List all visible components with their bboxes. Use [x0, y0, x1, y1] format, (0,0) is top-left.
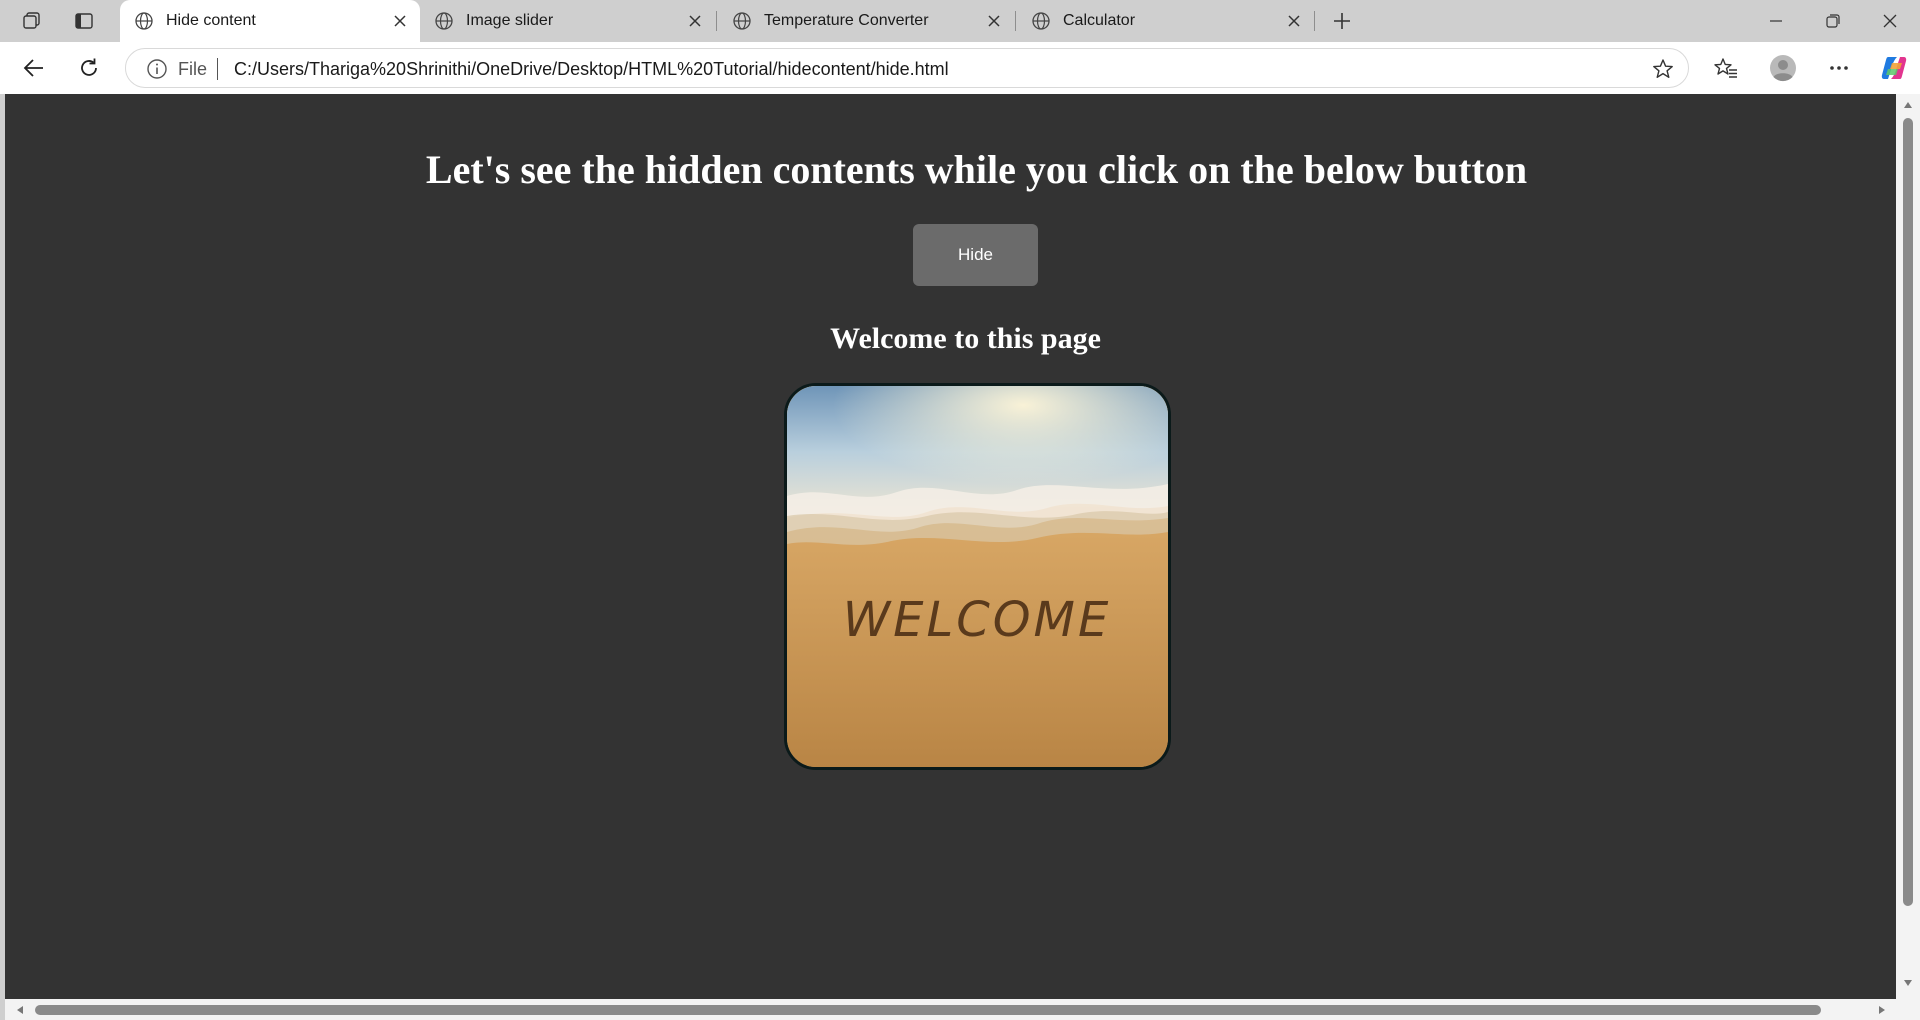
info-icon[interactable] — [146, 58, 168, 80]
tab-image-slider[interactable]: Image slider — [420, 0, 715, 42]
welcome-heading: Welcome to this page — [830, 322, 1101, 355]
restore-icon[interactable] — [1805, 0, 1861, 42]
globe-icon — [1032, 12, 1050, 30]
minimize-icon[interactable] — [1748, 0, 1804, 42]
copilot-icon[interactable] — [1874, 50, 1914, 86]
tab-separator — [716, 11, 717, 31]
profile-icon[interactable] — [1763, 50, 1803, 86]
close-icon[interactable] — [685, 11, 705, 31]
scroll-up-icon[interactable] — [1901, 98, 1915, 112]
scroll-down-icon[interactable] — [1901, 976, 1915, 990]
close-icon[interactable] — [1284, 11, 1304, 31]
plus-icon[interactable] — [1322, 6, 1362, 36]
tab-temperature-converter[interactable]: Temperature Converter — [718, 0, 1014, 42]
star-icon[interactable] — [1650, 56, 1676, 82]
horizontal-scrollbar[interactable] — [5, 999, 1896, 1020]
tab-hide-content[interactable]: Hide content — [120, 0, 420, 42]
tab-actions-icon[interactable] — [64, 6, 104, 36]
tab-label: Temperature Converter — [764, 12, 929, 29]
page-heading: Let's see the hidden contents while you … — [425, 147, 1528, 192]
tab-bar: Hide content Image slider Temperature Co… — [0, 0, 1920, 42]
address-bar[interactable]: File C:/Users/Thariga%20Shrinithi/OneDri… — [125, 48, 1689, 88]
globe-icon — [135, 12, 153, 30]
favorites-icon[interactable] — [1706, 50, 1746, 86]
globe-icon — [733, 12, 751, 30]
hide-button[interactable]: Hide — [913, 224, 1038, 286]
page-viewport: Let's see the hidden contents while you … — [5, 94, 1896, 999]
navigation-bar: File C:/Users/Thariga%20Shrinithi/OneDri… — [0, 42, 1920, 94]
scroll-right-icon[interactable] — [1875, 1003, 1889, 1017]
refresh-icon[interactable] — [69, 50, 109, 86]
close-window-icon[interactable] — [1862, 0, 1918, 42]
sand-writing: WELCOME — [843, 592, 1112, 648]
vertical-scrollbar[interactable] — [1896, 94, 1920, 1020]
vertical-scroll-thumb[interactable] — [1903, 118, 1913, 906]
url-text[interactable]: C:/Users/Thariga%20Shrinithi/OneDrive/De… — [234, 59, 949, 80]
url-scheme-label: File — [178, 59, 208, 79]
welcome-beach-image: WELCOME — [784, 383, 1171, 770]
tab-label: Calculator — [1063, 12, 1136, 29]
tab-label: Image slider — [466, 12, 554, 29]
url-separator — [217, 58, 218, 80]
close-icon[interactable] — [984, 11, 1004, 31]
tab-label: Hide content — [166, 12, 256, 29]
more-icon[interactable] — [1819, 50, 1859, 86]
scroll-left-icon[interactable] — [13, 1003, 27, 1017]
workspaces-icon[interactable] — [12, 6, 52, 36]
globe-icon — [435, 12, 453, 30]
tab-calculator[interactable]: Calculator — [1017, 0, 1314, 42]
tab-separator — [1015, 11, 1016, 31]
back-arrow-icon[interactable] — [14, 50, 54, 86]
horizontal-scroll-thumb[interactable] — [35, 1005, 1821, 1015]
close-icon[interactable] — [390, 11, 410, 31]
tab-separator — [1314, 11, 1315, 31]
